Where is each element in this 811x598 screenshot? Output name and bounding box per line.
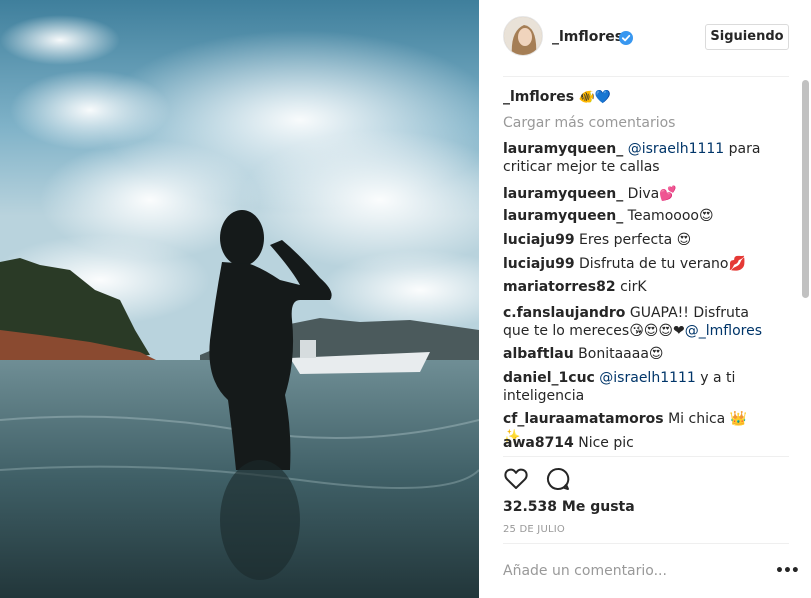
comment-username[interactable]: lauramyqueen_ xyxy=(503,208,623,224)
header-divider xyxy=(503,76,789,77)
comment-item: mariatorres82 cirK xyxy=(503,278,763,296)
comment-bubble-icon[interactable] xyxy=(545,466,571,492)
comment-username[interactable]: albaftlau xyxy=(503,346,574,362)
post-header: _lmflores Siguiendo xyxy=(479,0,811,76)
heart-icon[interactable] xyxy=(503,466,529,492)
comment-mention[interactable]: @israelh1111 xyxy=(628,141,725,157)
comment-username[interactable]: c.fanslaujandro xyxy=(503,305,625,321)
comment-username[interactable]: luciaju99 xyxy=(503,256,575,272)
comment-text: cirK xyxy=(615,279,647,295)
comment-item: daniel_1cuc @israelh1111 y a ti intelige… xyxy=(503,369,763,405)
more-options-icon[interactable]: ••• xyxy=(775,563,800,579)
comment-item: luciaju99 Eres perfecta 😍 xyxy=(503,231,763,249)
verified-badge-icon xyxy=(619,30,633,45)
comment-text: Diva💕 xyxy=(623,186,677,202)
load-more-comments-link[interactable]: Cargar más comentarios xyxy=(503,114,675,132)
comment-text: Bonitaaaa😍 xyxy=(573,346,664,362)
post-author-username[interactable]: _lmflores xyxy=(552,28,623,46)
avatar[interactable] xyxy=(503,16,543,56)
comment-item: albaftlau Bonitaaaa😍 xyxy=(503,345,763,363)
comment-item: lauramyqueen_ Diva💕 xyxy=(503,185,763,203)
comment-text: Teamoooo😍 xyxy=(623,208,714,224)
beach-photo-image xyxy=(0,0,479,598)
comment-username[interactable]: cf_lauraamatamoros xyxy=(503,411,664,427)
comment-text: Nice pic xyxy=(573,435,634,451)
likes-count[interactable]: 32.538 Me gusta xyxy=(503,498,635,516)
comment-item: awa8714 Nice pic xyxy=(503,434,763,452)
add-comment-input[interactable] xyxy=(503,560,763,582)
comments-divider xyxy=(503,456,789,457)
post-date: 25 DE JULIO xyxy=(503,524,565,535)
comment-item: lauramyqueen_ @israelh1111 para criticar… xyxy=(503,140,763,176)
footer-divider xyxy=(503,543,789,544)
comment-username[interactable]: lauramyqueen_ xyxy=(503,141,623,157)
comment-mention[interactable]: @israelh1111 xyxy=(599,370,696,386)
caption-text: 🐠💙 xyxy=(578,90,611,105)
post-photo[interactable] xyxy=(0,0,479,598)
comment-username[interactable]: lauramyqueen_ xyxy=(503,186,623,202)
following-button[interactable]: Siguiendo xyxy=(705,24,789,50)
comment-username[interactable]: daniel_1cuc xyxy=(503,370,595,386)
comment-username[interactable]: luciaju99 xyxy=(503,232,575,248)
comment-text: Eres perfecta 😍 xyxy=(574,232,692,248)
comment-item: luciaju99 Disfruta de tu verano💋 xyxy=(503,255,763,273)
comment-username[interactable]: awa8714 xyxy=(503,435,574,451)
post-details-panel: _lmflores Siguiendo _lmflores 🐠💙 Cargar … xyxy=(479,0,811,598)
comments-list[interactable]: _lmflores 🐠💙 Cargar más comentarios laur… xyxy=(503,86,799,454)
avatar-image xyxy=(504,17,542,55)
comment-item: lauramyqueen_ Teamoooo😍 xyxy=(503,207,763,225)
caption-username[interactable]: _lmflores xyxy=(503,89,574,105)
post-caption: _lmflores 🐠💙 xyxy=(503,88,611,107)
comment-username[interactable]: mariatorres82 xyxy=(503,279,616,295)
comment-mention[interactable]: @_lmflores xyxy=(685,323,762,339)
comment-text: Disfruta de tu verano💋 xyxy=(574,256,746,272)
comments-scrollbar[interactable] xyxy=(802,80,809,298)
comment-item: c.fanslaujandro GUAPA!! Disfruta que te … xyxy=(503,304,763,340)
